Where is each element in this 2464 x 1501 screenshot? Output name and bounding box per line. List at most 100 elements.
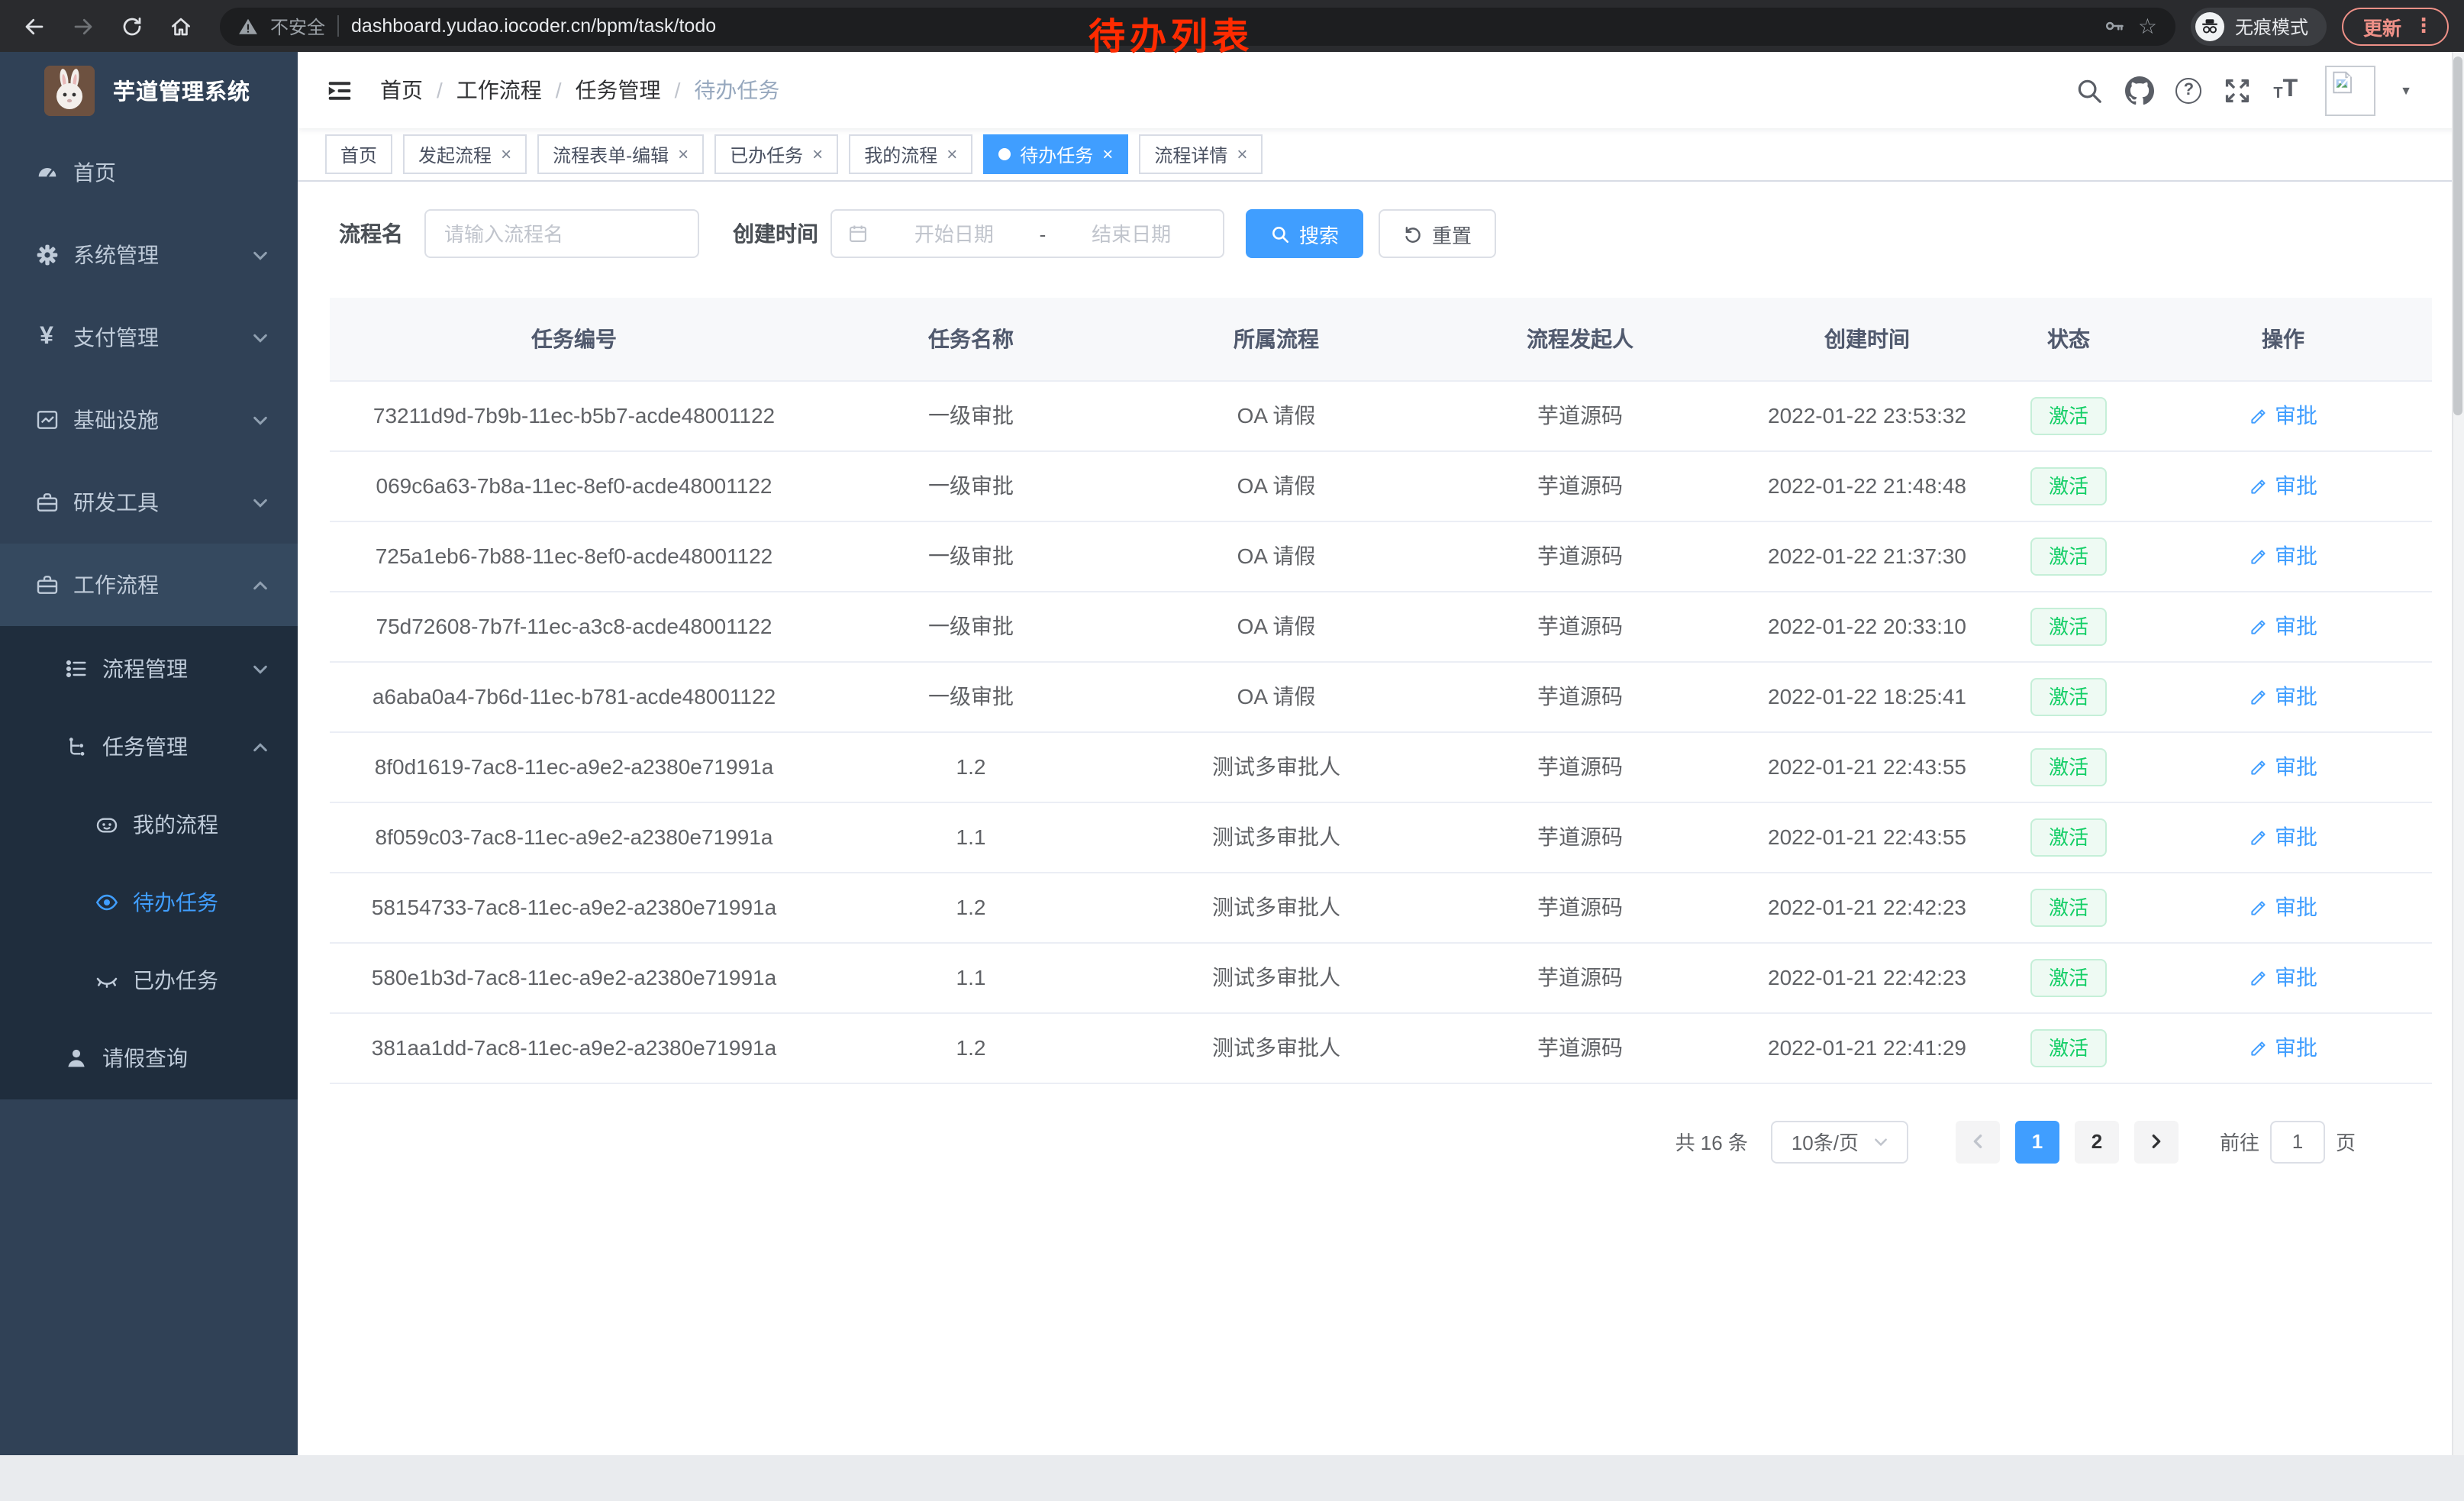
forward-icon[interactable]	[64, 8, 101, 44]
close-icon[interactable]: ×	[812, 145, 823, 163]
toolbox-icon	[34, 489, 60, 515]
update-button[interactable]: 更新 ⋮	[2342, 7, 2449, 45]
sidebar-item-task-mgmt[interactable]: 任务管理	[0, 707, 298, 785]
page-1-button[interactable]: 1	[2015, 1120, 2059, 1163]
sidebar-item-workflow[interactable]: 工作流程	[0, 544, 298, 626]
security-label: 不安全	[270, 13, 325, 39]
approve-link[interactable]: 审批	[2249, 751, 2317, 782]
app-logo-row[interactable]: 芋道管理系统	[0, 52, 298, 128]
back-icon[interactable]	[15, 8, 52, 44]
approve-link[interactable]: 审批	[2249, 822, 2317, 852]
tab-process-detail[interactable]: 流程详情×	[1139, 134, 1263, 174]
breadcrumb-workflow[interactable]: 工作流程	[456, 75, 542, 105]
goto-label: 前往	[2220, 1127, 2259, 1156]
close-icon[interactable]: ×	[678, 145, 689, 163]
approve-link[interactable]: 审批	[2249, 541, 2317, 571]
eye-closed-icon	[93, 967, 119, 993]
sidebar-item-label: 流程管理	[102, 653, 188, 683]
status-badge: 激活	[2030, 818, 2107, 856]
top-navbar: 首页 / 工作流程 / 任务管理 / 待办任务 ? TT ▼	[298, 52, 2464, 128]
close-icon[interactable]: ×	[1102, 145, 1113, 163]
sidebar-item-system[interactable]: 系统管理	[0, 214, 298, 296]
start-date-input[interactable]	[878, 222, 1030, 245]
sidebar-item-payment[interactable]: ¥ 支付管理	[0, 296, 298, 379]
url-bar[interactable]: 不安全 dashboard.yudao.iocoder.cn/bpm/task/…	[220, 7, 2175, 45]
sidebar-item-todo-tasks[interactable]: 待办任务	[0, 863, 298, 941]
search-icon[interactable]	[2075, 76, 2104, 105]
scrollbar-thumb[interactable]	[2453, 56, 2462, 415]
table-row: 8f059c03-7ac8-11ec-a9e2-a2380e71991a1.1测…	[330, 802, 2432, 872]
bookmark-star-icon[interactable]: ☆	[2138, 15, 2157, 37]
incognito-icon	[2195, 11, 2224, 40]
tab-form-edit[interactable]: 流程表单-编辑×	[537, 134, 704, 174]
url-text[interactable]: dashboard.yudao.iocoder.cn/bpm/task/todo	[351, 15, 2092, 37]
fullscreen-icon[interactable]	[2223, 76, 2252, 105]
approve-link[interactable]: 审批	[2249, 681, 2317, 712]
page-scrollbar[interactable]	[2452, 52, 2464, 1455]
person-icon	[63, 1044, 89, 1070]
approve-link[interactable]: 审批	[2249, 892, 2317, 922]
prev-page-button[interactable]	[1956, 1120, 2000, 1163]
sidebar-collapse-icon[interactable]	[325, 76, 354, 105]
help-icon[interactable]: ?	[2175, 77, 2201, 103]
approve-link[interactable]: 审批	[2249, 962, 2317, 993]
sidebar-item-home[interactable]: 首页	[0, 131, 298, 214]
table-header-row: 任务编号 任务名称 所属流程 流程发起人 创建时间 状态 操作	[330, 298, 2432, 380]
page-2-button[interactable]: 2	[2075, 1120, 2119, 1163]
browser-menu-icon[interactable]: ⋮	[2414, 14, 2433, 38]
gear-icon	[34, 242, 60, 268]
toolbox-icon	[34, 572, 60, 598]
tab-start-process[interactable]: 发起流程×	[403, 134, 527, 174]
sidebar-item-process-mgmt[interactable]: 流程管理	[0, 629, 298, 707]
end-date-input[interactable]	[1055, 222, 1208, 245]
date-range-picker[interactable]: -	[830, 209, 1224, 258]
page-size-select[interactable]: 10条/页	[1771, 1120, 1908, 1163]
tab-home[interactable]: 首页	[325, 134, 392, 174]
tab-my-process[interactable]: 我的流程×	[849, 134, 972, 174]
approve-link[interactable]: 审批	[2249, 611, 2317, 641]
tab-todo-tasks[interactable]: 待办任务×	[983, 134, 1128, 174]
font-size-icon[interactable]: TT	[2273, 78, 2298, 102]
close-icon[interactable]: ×	[501, 145, 511, 163]
sidebar-item-devtools[interactable]: 研发工具	[0, 461, 298, 544]
workflow-submenu: 流程管理 任务管理 我的流程 待办任务	[0, 626, 298, 1099]
password-key-icon[interactable]	[2104, 15, 2126, 37]
col-starter: 流程发起人	[1429, 298, 1731, 380]
avatar[interactable]	[2325, 65, 2375, 115]
sidebar-item-label: 首页	[73, 157, 116, 188]
search-button[interactable]: 搜索	[1246, 209, 1363, 258]
avatar-caret-icon[interactable]: ▼	[2400, 83, 2412, 97]
sidebar-item-label: 任务管理	[102, 731, 188, 761]
reset-button[interactable]: 重置	[1379, 209, 1496, 258]
home-icon[interactable]	[162, 8, 198, 44]
col-task-id: 任务编号	[330, 298, 818, 380]
approve-link[interactable]: 审批	[2249, 470, 2317, 501]
reload-icon[interactable]	[113, 8, 150, 44]
dashboard-icon	[34, 160, 60, 186]
breadcrumb-home[interactable]: 首页	[380, 75, 423, 105]
chevron-up-icon	[252, 738, 269, 755]
create-time-label: 创建时间	[733, 218, 818, 249]
monitor-chart-icon	[34, 407, 60, 433]
goto-page-input[interactable]	[2270, 1120, 2325, 1163]
sidebar-item-label: 研发工具	[73, 487, 159, 518]
approve-link[interactable]: 审批	[2249, 400, 2317, 431]
table-row: 75d72608-7b7f-11ec-a3c8-acde48001122一级审批…	[330, 591, 2432, 661]
sidebar-item-my-process[interactable]: 我的流程	[0, 785, 298, 863]
tab-done-tasks[interactable]: 已办任务×	[714, 134, 838, 174]
close-icon[interactable]: ×	[1237, 145, 1247, 163]
approve-link[interactable]: 审批	[2249, 1032, 2317, 1063]
col-status: 状态	[2003, 298, 2134, 380]
sidebar-item-done-tasks[interactable]: 已办任务	[0, 941, 298, 1018]
sidebar-item-leave-query[interactable]: 请假查询	[0, 1018, 298, 1096]
table-row: 725a1eb6-7b88-11ec-8ef0-acde48001122一级审批…	[330, 521, 2432, 591]
next-page-button[interactable]	[2134, 1120, 2179, 1163]
calendar-icon	[847, 223, 869, 244]
sidebar-item-label: 基础设施	[73, 405, 159, 435]
github-icon[interactable]	[2125, 76, 2154, 105]
sidebar-item-infra[interactable]: 基础设施	[0, 379, 298, 461]
breadcrumb-task-mgmt[interactable]: 任务管理	[576, 75, 661, 105]
process-name-label: 流程名	[339, 218, 403, 249]
process-name-input[interactable]	[424, 209, 699, 258]
close-icon[interactable]: ×	[947, 145, 957, 163]
